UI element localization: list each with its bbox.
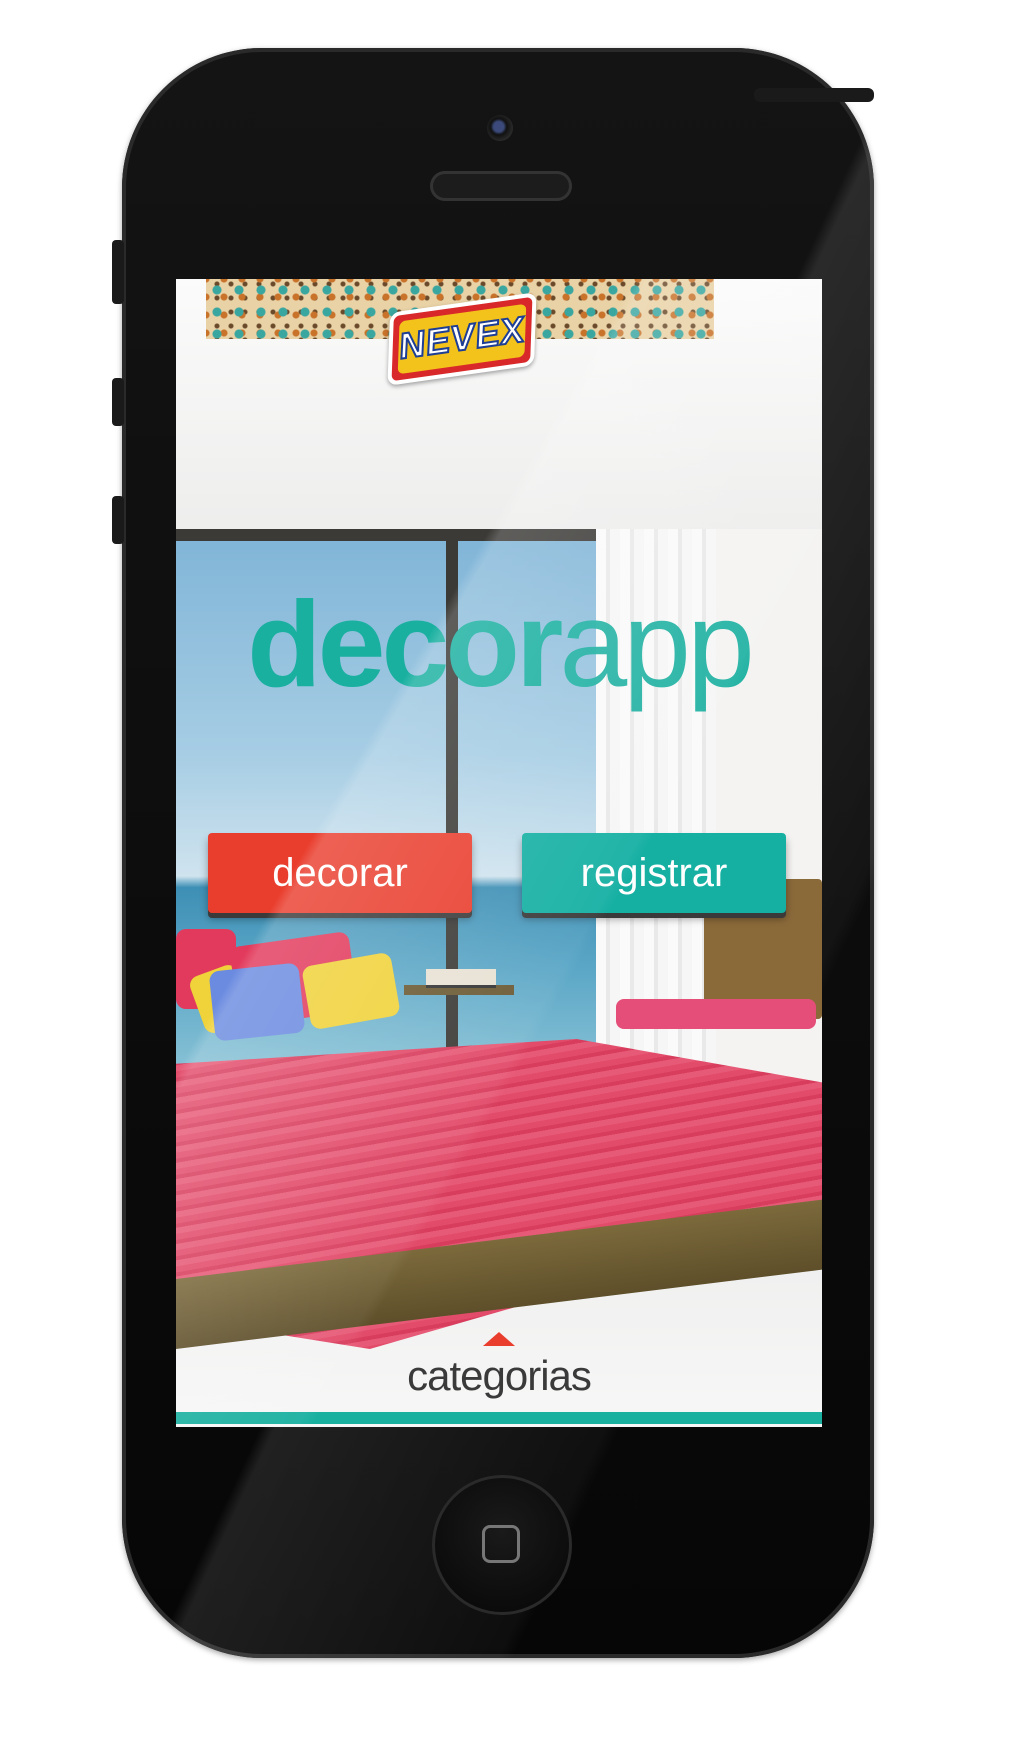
nevex-logo: NEVEX <box>387 292 537 386</box>
bottom-accent-bar <box>176 1412 822 1424</box>
power-button <box>754 88 874 102</box>
app-title-bold: decor <box>247 576 563 712</box>
volume-up-button <box>112 378 124 426</box>
registrar-button[interactable]: registrar <box>522 833 786 913</box>
front-camera <box>487 115 513 141</box>
volume-down-button <box>112 496 124 544</box>
earpiece-speaker <box>430 171 572 201</box>
app-title-light: app <box>559 576 755 712</box>
mute-switch <box>112 240 124 304</box>
categorias-link[interactable]: categorias <box>176 1352 822 1400</box>
home-button-icon <box>482 1525 520 1563</box>
app-title: decorapp <box>176 569 822 719</box>
decorar-button[interactable]: decorar <box>208 833 472 913</box>
home-button[interactable] <box>432 1475 572 1615</box>
arrow-up-icon[interactable] <box>483 1332 515 1346</box>
app-screen: NEVEX decorapp decorar registrar categor… <box>176 279 822 1427</box>
